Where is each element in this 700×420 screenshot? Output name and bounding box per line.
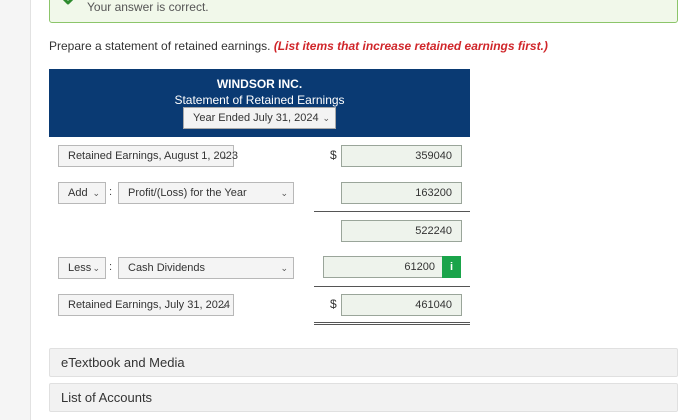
add-item-amount[interactable]: 163200: [341, 182, 462, 204]
question-prompt: Prepare a statement of retained earnings…: [49, 39, 548, 53]
chevron-down-icon: ⌄: [92, 188, 100, 198]
less-operator-value: Less: [68, 262, 92, 274]
less-operator-select[interactable]: Less ⌄: [58, 257, 106, 279]
list-of-accounts-section[interactable]: List of Accounts: [49, 383, 678, 412]
chevron-down-icon: ⌄: [220, 151, 228, 161]
chevron-down-icon: ⌄: [280, 188, 288, 198]
separator-colon: :: [109, 261, 113, 273]
subtotal-amount[interactable]: 522240: [341, 220, 462, 242]
beginning-balance-amount[interactable]: 359040: [341, 145, 462, 167]
separator-colon: :: [109, 186, 113, 198]
less-item-label: Cash Dividends: [128, 262, 206, 274]
company-name: WINDSOR INC.: [216, 77, 303, 91]
feedback-message: Your answer is correct.: [87, 0, 209, 14]
double-underline: [314, 322, 470, 325]
beginning-balance-label: Retained Earnings, August 1, 2023: [68, 150, 239, 162]
ending-balance-select[interactable]: Retained Earnings, July 31, 2024 ⌄: [58, 294, 234, 316]
ending-balance-amount[interactable]: 461040: [341, 294, 462, 316]
chevron-down-icon: ⌄: [92, 263, 100, 273]
prompt-hint: (List items that increase retained earni…: [273, 39, 548, 53]
add-operator-value: Add: [68, 187, 88, 199]
statement-title: Statement of Retained Earnings: [174, 93, 345, 107]
prompt-text: Prepare a statement of retained earnings…: [49, 39, 271, 53]
period-select[interactable]: Year Ended July 31, 2024 ⌄: [183, 107, 336, 129]
currency-symbol: $: [330, 297, 337, 311]
period-select-value: Year Ended July 31, 2024: [193, 112, 319, 124]
chevron-down-icon: ⌄: [220, 300, 228, 310]
chevron-down-icon: ⌄: [322, 113, 330, 123]
less-item-amount[interactable]: 61200: [323, 256, 443, 278]
feedback-banner: Your answer is correct.: [49, 0, 678, 23]
currency-symbol: $: [330, 148, 337, 162]
add-operator-select[interactable]: Add ⌄: [58, 182, 106, 204]
chevron-down-icon: ⌄: [280, 263, 288, 273]
subtotal-rule: [314, 211, 470, 212]
info-icon[interactable]: i: [442, 256, 461, 278]
add-item-select[interactable]: Profit/(Loss) for the Year ⌄: [118, 182, 294, 204]
less-item-select[interactable]: Cash Dividends ⌄: [118, 257, 294, 279]
etextbook-section[interactable]: eTextbook and Media: [49, 348, 678, 377]
total-rule: [314, 286, 470, 287]
add-item-label: Profit/(Loss) for the Year: [128, 187, 247, 199]
checkmark-icon: [60, 0, 80, 15]
beginning-balance-select[interactable]: Retained Earnings, August 1, 2023 ⌄: [58, 145, 238, 167]
ending-balance-label: Retained Earnings, July 31, 2024: [68, 299, 231, 311]
